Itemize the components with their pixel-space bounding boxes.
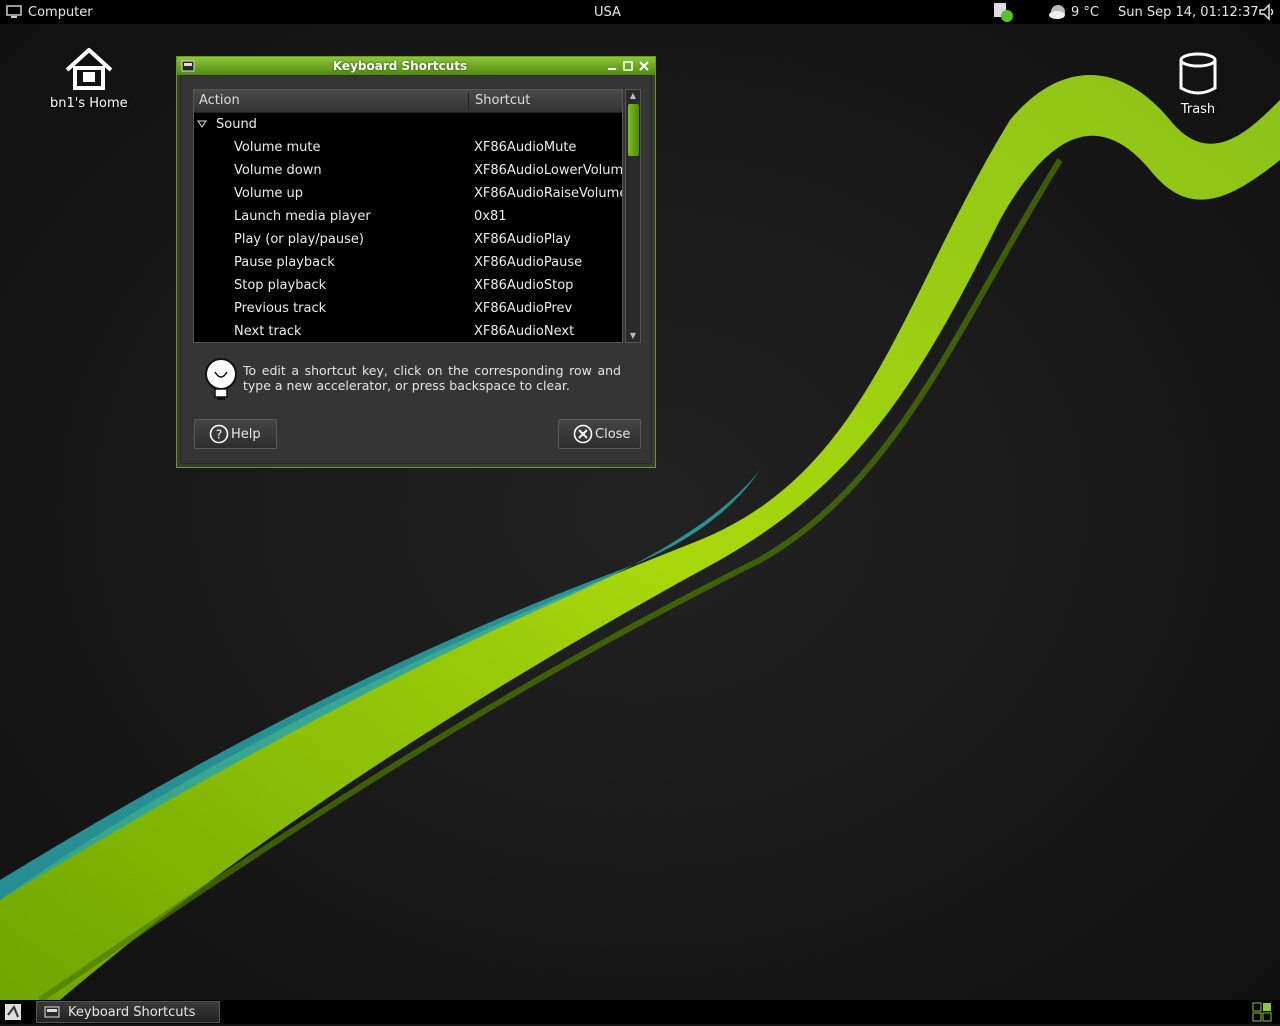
table-row[interactable]: Play (or play/pause) XF86AudioPlay <box>194 228 622 251</box>
table-row[interactable]: Next track XF86AudioNext <box>194 320 622 342</box>
table-row[interactable]: Stop playback XF86AudioStop <box>194 274 622 297</box>
workspace-switcher-icon[interactable] <box>1252 1002 1272 1026</box>
temperature: 9 °C <box>1071 4 1099 20</box>
row-shortcut: XF86AudioLowerVolume <box>474 163 623 178</box>
vertical-scrollbar[interactable]: ▲ ▼ <box>625 89 641 343</box>
tree-header: Action Shortcut <box>194 90 622 113</box>
help-label: Help <box>231 426 261 442</box>
group-label: Sound <box>216 117 257 132</box>
bottom-panel: Keyboard Shortcuts <box>0 1000 1280 1024</box>
volume-icon[interactable] <box>1258 0 1276 24</box>
home-label: bn1's Home <box>50 96 128 111</box>
clock[interactable]: Sun Sep 14, 01:12:37 <box>1118 0 1259 24</box>
trash-label: Trash <box>1180 102 1216 117</box>
row-action: Pause playback <box>234 255 335 270</box>
scrollbar-thumb[interactable] <box>628 104 639 156</box>
row-shortcut: XF86AudioPrev <box>474 301 573 316</box>
close-window-button[interactable] <box>637 59 651 73</box>
lightbulb-icon <box>205 358 237 400</box>
taskbar-window-button[interactable]: Keyboard Shortcuts <box>36 1001 220 1023</box>
table-row[interactable]: Volume down XF86AudioLowerVolume <box>194 159 622 182</box>
maximize-icon <box>623 61 633 71</box>
row-shortcut: XF86AudioPlay <box>474 232 571 247</box>
table-row[interactable]: Volume up XF86AudioRaiseVolume <box>194 182 622 205</box>
row-action: Launch media player <box>234 209 371 224</box>
group-row-sound[interactable]: Sound <box>194 113 622 136</box>
row-shortcut: XF86AudioNext <box>474 324 575 339</box>
home-desktop-icon[interactable]: bn1's Home <box>50 46 128 111</box>
table-row[interactable]: Pause playback XF86AudioPause <box>194 251 622 274</box>
weather-applet[interactable]: 9 °C <box>1048 0 1099 24</box>
hint-area: To edit a shortcut key, click on the cor… <box>201 356 641 404</box>
column-action[interactable]: Action <box>199 90 240 112</box>
row-shortcut: XF86AudioPause <box>474 255 583 270</box>
scroll-up-icon[interactable]: ▲ <box>626 90 640 102</box>
dialog-content: Action Shortcut Sound Volume mute XF86Aud… <box>180 75 652 464</box>
network-status-icon[interactable] <box>992 0 1016 24</box>
keyboard-shortcuts-window: Keyboard Shortcuts Action Shortcut Sound… <box>176 56 656 468</box>
top-panel: Computer USA 9 °C Sun Sep 14, 01:12:37 <box>0 0 1280 24</box>
column-shortcut[interactable]: Shortcut <box>475 90 530 112</box>
computer-icon <box>6 5 22 18</box>
help-icon: ? <box>209 424 229 444</box>
expander-down-icon[interactable] <box>197 120 207 128</box>
maximize-button[interactable] <box>621 59 635 73</box>
row-action: Volume down <box>234 163 322 178</box>
keyboard-shortcuts-app-icon <box>44 1006 60 1018</box>
table-row[interactable]: Volume mute XF86AudioMute <box>194 136 622 159</box>
trash-icon <box>1179 52 1217 95</box>
shortcuts-tree[interactable]: Action Shortcut Sound Volume mute XF86Aud… <box>193 89 623 343</box>
close-icon <box>639 61 649 71</box>
row-shortcut: 0x81 <box>474 209 507 224</box>
table-row[interactable]: Launch media player 0x81 <box>194 205 622 228</box>
row-action: Volume up <box>234 186 303 201</box>
window-titlebar[interactable]: Keyboard Shortcuts <box>177 57 655 75</box>
row-action: Volume mute <box>234 140 321 155</box>
location-label[interactable]: USA <box>594 0 621 24</box>
weather-icon <box>1049 5 1065 19</box>
scroll-down-icon[interactable]: ▼ <box>626 330 640 342</box>
window-title: Keyboard Shortcuts <box>332 59 468 73</box>
computer-label: Computer <box>28 4 93 20</box>
trash-desktop-icon[interactable]: Trash <box>1172 50 1224 117</box>
computer-menu[interactable]: Computer <box>6 0 93 24</box>
close-button[interactable]: Close <box>558 419 641 449</box>
row-action: Previous track <box>234 301 327 316</box>
row-shortcut: XF86AudioStop <box>474 278 574 293</box>
row-shortcut: XF86AudioMute <box>474 140 577 155</box>
close-circle-icon <box>573 424 593 444</box>
svg-text:?: ? <box>216 428 222 442</box>
close-label: Close <box>595 426 631 442</box>
row-action: Stop playback <box>234 278 327 293</box>
help-button[interactable]: ? Help <box>194 419 277 449</box>
hint-text: To edit a shortcut key, click on the cor… <box>243 363 621 393</box>
home-icon <box>65 48 113 90</box>
table-row[interactable]: Previous track XF86AudioPrev <box>194 297 622 320</box>
minimize-button[interactable] <box>605 59 619 73</box>
row-action: Play (or play/pause) <box>234 232 364 247</box>
taskbar-window-label: Keyboard Shortcuts <box>68 1004 196 1020</box>
row-shortcut: XF86AudioRaiseVolume <box>474 186 623 201</box>
show-desktop-icon[interactable] <box>4 1003 22 1025</box>
minimize-icon <box>608 68 616 70</box>
row-action: Next track <box>234 324 302 339</box>
